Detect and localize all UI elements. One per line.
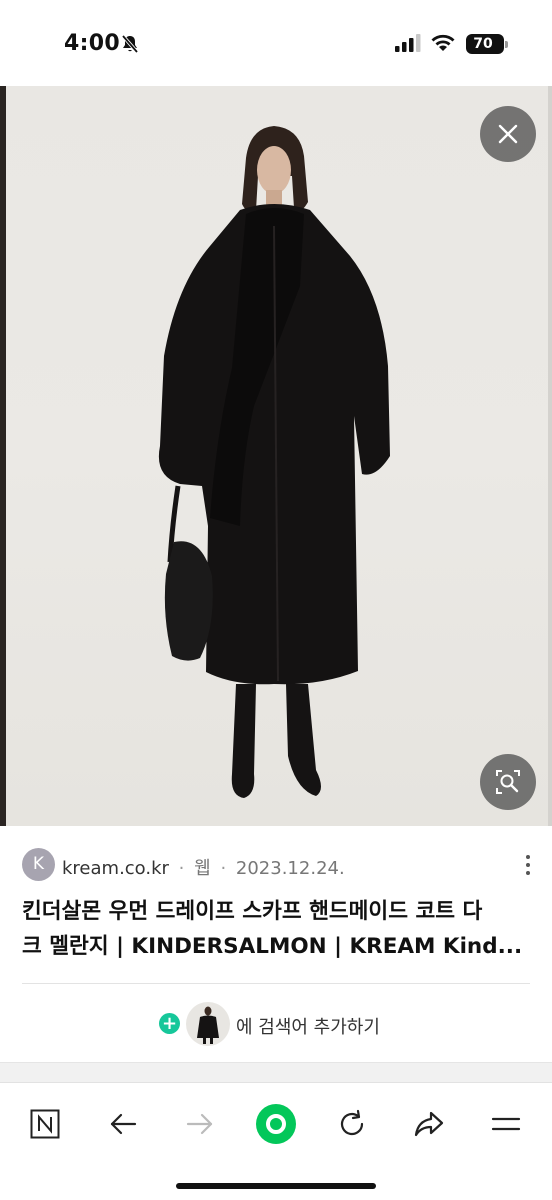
- result-title-line: 크 멜란지 | KINDERSALMON | KREAM Kind...: [22, 934, 523, 959]
- refresh-icon: [340, 1109, 364, 1136]
- result-title[interactable]: 킨더살몬 우먼 드레이프 스카프 핸드메이드 코트 다 크 멜란지 | KIND…: [22, 894, 537, 964]
- plus-icon: +: [159, 1013, 180, 1034]
- image-edge: [0, 86, 6, 826]
- result-date: 2023.12.24.: [235, 858, 345, 879]
- share-icon: [414, 1111, 444, 1137]
- more-vertical-icon: [526, 855, 530, 859]
- image-thumbnail: [186, 1002, 230, 1046]
- search-result-card[interactable]: K kream.co.kr · 웹 · 2023.12.24. 킨더살몬 우먼 …: [0, 826, 552, 1062]
- wifi-icon: [431, 34, 455, 51]
- forward-arrow-icon: [186, 1113, 213, 1135]
- bottom-toolbar: [0, 1082, 552, 1200]
- more-options-button[interactable]: [518, 852, 538, 878]
- battery-level: 70: [473, 36, 493, 52]
- battery-icon: 70: [466, 34, 508, 54]
- add-keyword-label: 에 검색어 추가하기: [236, 1017, 380, 1038]
- separator-dot: ·: [220, 858, 227, 879]
- forward-button[interactable]: [177, 1101, 223, 1147]
- home-indicator[interactable]: [176, 1183, 376, 1189]
- image-edge: [548, 86, 552, 826]
- result-title-line: 킨더살몬 우먼 드레이프 스카프 핸드메이드 코트 다: [22, 899, 483, 924]
- source-type: 웹: [194, 858, 211, 879]
- cellular-signal-icon: [395, 34, 421, 52]
- section-separator: [0, 1062, 552, 1082]
- close-button[interactable]: [480, 106, 536, 162]
- image-search-icon: [496, 770, 520, 794]
- naver-home-icon: [30, 1109, 60, 1139]
- menu-button[interactable]: [483, 1101, 529, 1147]
- menu-icon: [491, 1117, 521, 1131]
- divider: [22, 983, 530, 984]
- site-domain: kream.co.kr: [62, 858, 169, 879]
- bell-slash-icon: [121, 34, 139, 54]
- result-source[interactable]: kream.co.kr · 웹 · 2023.12.24.: [62, 854, 345, 880]
- share-button[interactable]: [406, 1101, 452, 1147]
- close-icon: [498, 124, 518, 144]
- back-arrow-icon: [110, 1113, 137, 1135]
- model-figure: [158, 126, 390, 798]
- thumbnail-figure: [197, 1006, 219, 1044]
- status-bar: 4:00 70: [0, 0, 552, 86]
- back-button[interactable]: [100, 1101, 146, 1147]
- image-search-button[interactable]: [480, 754, 536, 810]
- separator-dot: ·: [178, 858, 185, 879]
- green-dot-icon: [256, 1104, 296, 1144]
- product-image[interactable]: [0, 86, 552, 826]
- status-time: 4:00: [64, 31, 120, 56]
- refresh-button[interactable]: [329, 1101, 375, 1147]
- green-dot-button[interactable]: [253, 1101, 299, 1147]
- naver-home-button[interactable]: [22, 1101, 68, 1147]
- add-to-search-button[interactable]: + 에 검색어 추가하기: [0, 998, 552, 1046]
- site-favicon: K: [22, 848, 55, 881]
